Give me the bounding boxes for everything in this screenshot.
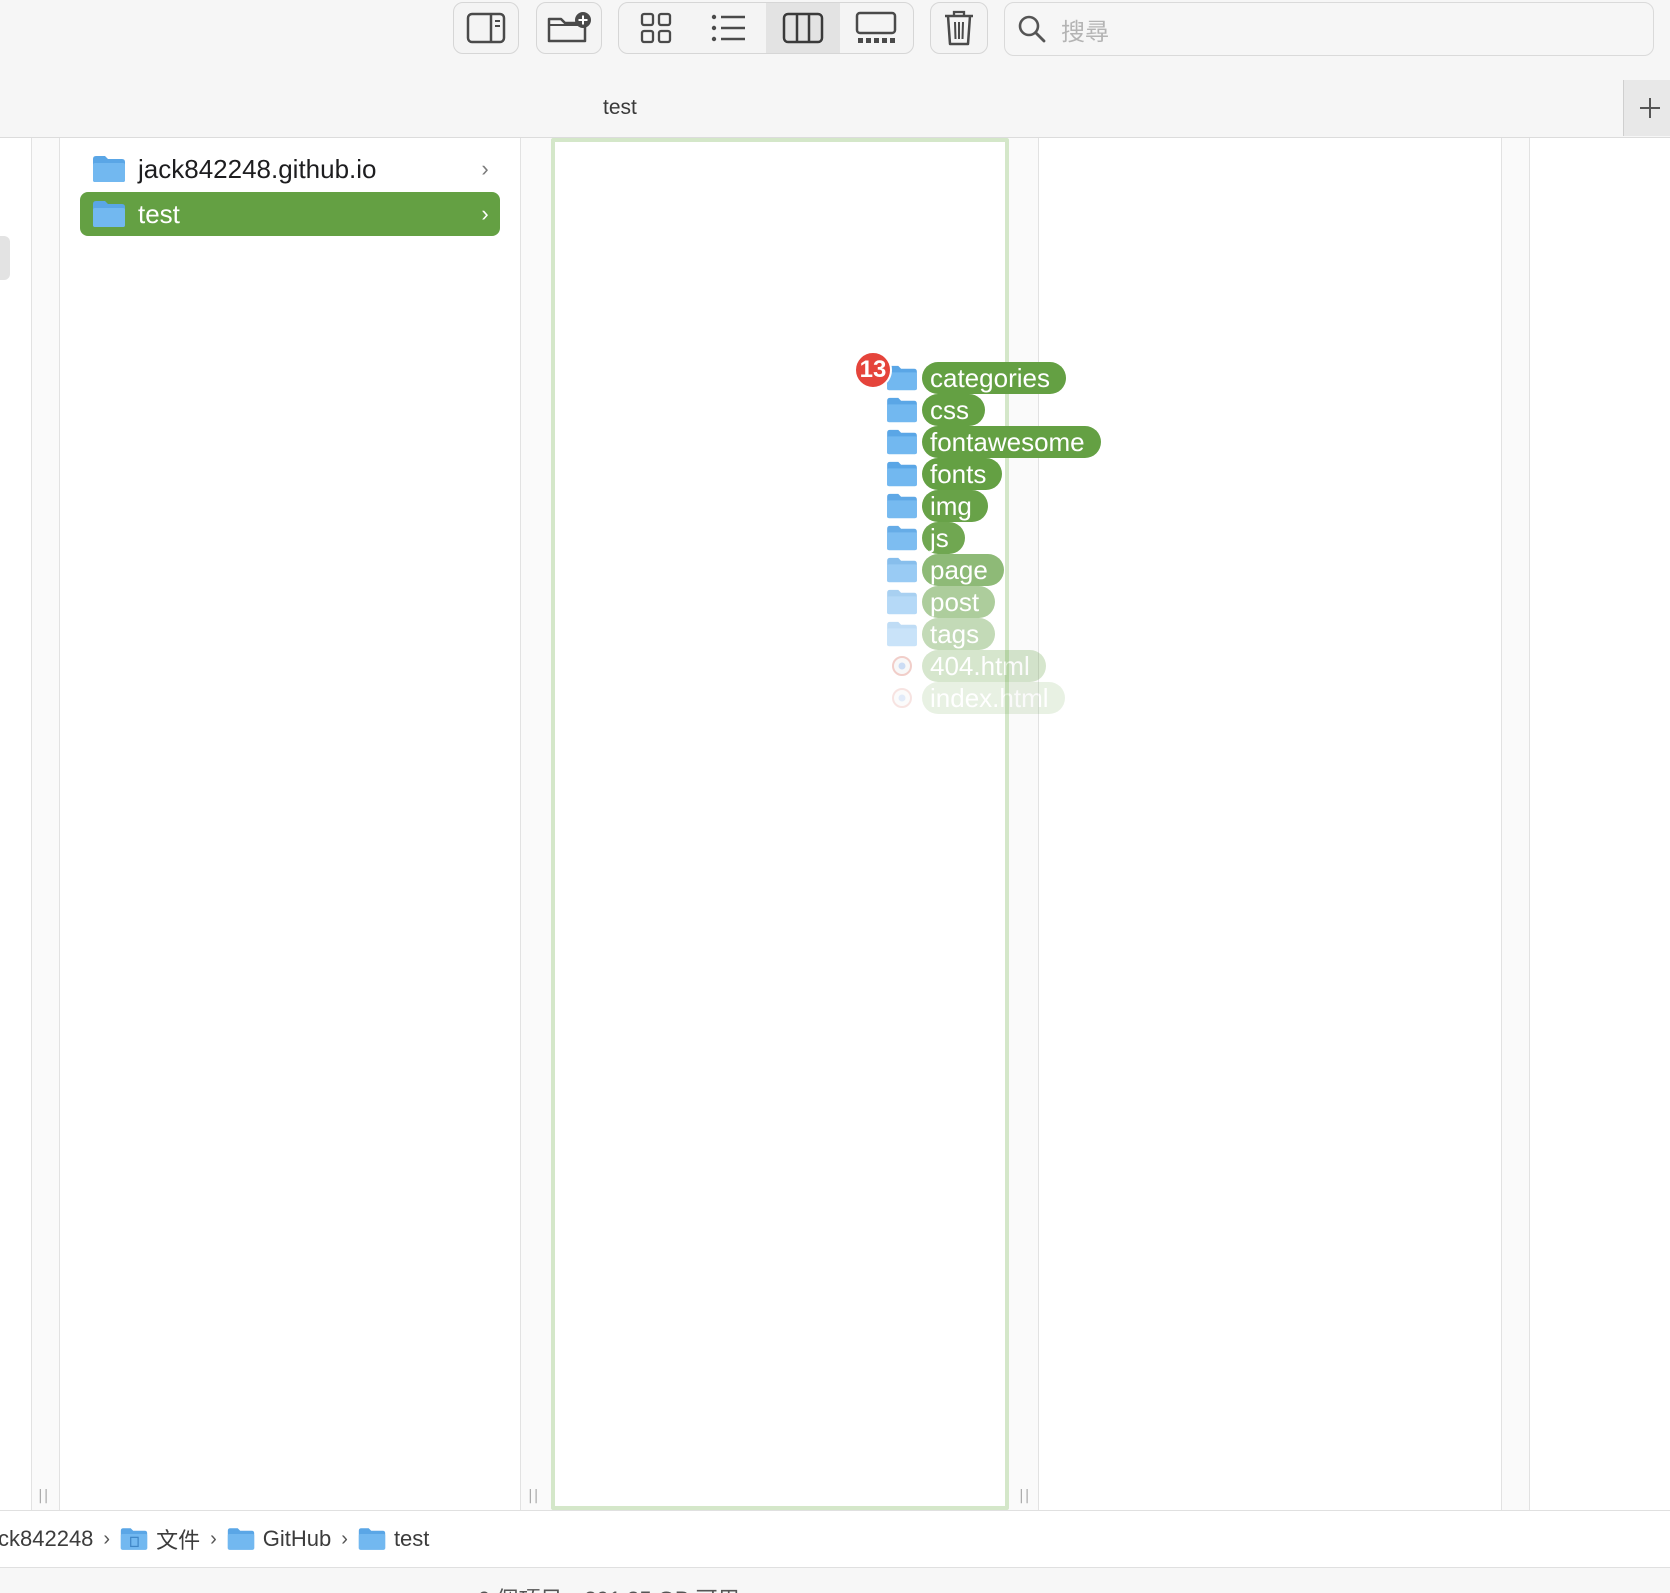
html-file-icon — [892, 656, 912, 676]
path-crumb-user[interactable]: ck842248 — [0, 1526, 93, 1552]
folder-icon — [358, 1528, 386, 1550]
status-bar: 0 個項目，391.35 GB 可用 — [0, 1567, 1670, 1593]
drag-item-label: index.html — [922, 682, 1065, 714]
chevron-right-icon: › — [481, 156, 489, 181]
folder-icon — [887, 493, 917, 519]
status-text: 0 個項目，391.35 GB 可用 — [478, 1582, 740, 1593]
column-resize-handle[interactable]: || — [528, 1488, 539, 1504]
drag-item-page: page — [886, 554, 1004, 586]
column-divider — [1501, 138, 1502, 1510]
drag-item-label: js — [922, 522, 965, 554]
drag-item-index-html: index.html — [886, 682, 1065, 714]
chevron-right-icon: › — [481, 201, 489, 226]
search-placeholder: 搜尋 — [1061, 18, 1109, 46]
drag-item-label: 404.html — [922, 650, 1046, 682]
path-bar: ck842248 › 文件 › GitHub › test — [0, 1510, 1670, 1567]
folder-icon — [887, 525, 917, 551]
drag-item-fonts: fonts — [886, 458, 1003, 490]
drag-count-badge: 13 — [854, 351, 892, 389]
folder-icon — [227, 1528, 254, 1550]
crumb-label: 文件 — [156, 1528, 201, 1553]
toolbar: 搜尋 test — [0, 0, 1670, 138]
sidebar-edge-handle[interactable] — [0, 236, 10, 280]
sidebar-toggle-button[interactable] — [453, 2, 519, 54]
sidebar-icon — [466, 12, 506, 44]
path-crumb-documents[interactable]: 文件 — [120, 1523, 200, 1555]
row-label: jack842248.github.io — [138, 153, 377, 184]
search-icon — [1018, 15, 1046, 43]
column-divider — [59, 138, 60, 1510]
drag-item-label: css — [922, 394, 985, 426]
drop-target-column[interactable] — [551, 138, 1009, 1510]
chevron-right-icon: › — [341, 1527, 348, 1550]
drag-item-label: fontawesome — [922, 426, 1101, 458]
drag-item-label: img — [922, 490, 988, 522]
grid-icon — [640, 12, 671, 44]
column-row-jack842248-github-io[interactable]: jack842248.github.io › — [80, 147, 500, 191]
folder-icon — [887, 621, 917, 647]
add-tab-button[interactable] — [1623, 80, 1670, 136]
chevron-right-icon: › — [103, 1527, 111, 1550]
drag-item-categories: categories — [886, 362, 1066, 394]
gallery-view-button[interactable] — [840, 3, 914, 53]
list-view-button[interactable] — [693, 3, 767, 53]
drag-item-js: js — [886, 522, 965, 554]
crumb-label: GitHub — [262, 1526, 332, 1551]
path-crumb-test[interactable]: test — [358, 1526, 429, 1552]
folder-icon — [93, 201, 125, 227]
new-folder-button[interactable] — [536, 2, 602, 54]
folder-icon — [887, 461, 917, 487]
drag-item-label: categories — [922, 362, 1066, 394]
row-label: test — [138, 198, 180, 229]
drag-item-fontawesome: fontawesome — [886, 426, 1101, 458]
column-gutter — [1501, 138, 1529, 1510]
column-divider — [520, 138, 521, 1510]
column-divider — [31, 138, 32, 1510]
documents-folder-icon — [120, 1528, 148, 1550]
column-gutter — [520, 138, 551, 1510]
column-row-test[interactable]: test › — [80, 192, 500, 236]
trash-icon — [945, 10, 973, 46]
drag-item-404-html: 404.html — [886, 650, 1046, 682]
window-title: test — [603, 96, 637, 119]
column-resize-handle[interactable]: || — [38, 1488, 49, 1504]
folder-icon — [887, 589, 917, 615]
drag-item-label: page — [922, 554, 1004, 586]
folder-icon — [887, 429, 917, 455]
folder-icon — [887, 397, 917, 423]
drag-item-post: post — [886, 586, 996, 618]
drag-item-label: fonts — [922, 458, 1003, 490]
icon-view-button[interactable] — [619, 3, 693, 53]
folder-icon — [93, 156, 125, 182]
view-mode-segmented-control — [618, 2, 914, 54]
drag-item-css: css — [886, 394, 985, 426]
folder-icon — [887, 557, 917, 583]
search-field[interactable]: 搜尋 — [1004, 2, 1654, 56]
column-divider — [1529, 138, 1530, 1510]
list-icon — [712, 14, 746, 42]
path-crumb-github[interactable]: GitHub — [227, 1526, 331, 1552]
drag-item-tags: tags — [886, 618, 996, 650]
html-file-icon — [892, 688, 912, 708]
column-view-button[interactable] — [766, 3, 840, 53]
column-gutter — [1009, 138, 1039, 1510]
column-resize-handle[interactable]: || — [1019, 1488, 1030, 1504]
chevron-right-icon: › — [210, 1527, 217, 1550]
crumb-label: ck842248 — [0, 1526, 94, 1551]
drag-item-img: img — [886, 490, 988, 522]
plus-icon — [1640, 98, 1660, 118]
column-gutter — [31, 138, 59, 1510]
trash-button[interactable] — [930, 2, 988, 54]
drag-item-label: post — [922, 586, 996, 618]
columns-icon — [782, 12, 823, 44]
column-divider — [1038, 138, 1039, 1510]
gallery-icon — [856, 11, 897, 43]
crumb-label: test — [393, 1526, 430, 1551]
drag-item-label: tags — [922, 618, 996, 650]
new-folder-icon — [547, 12, 591, 43]
